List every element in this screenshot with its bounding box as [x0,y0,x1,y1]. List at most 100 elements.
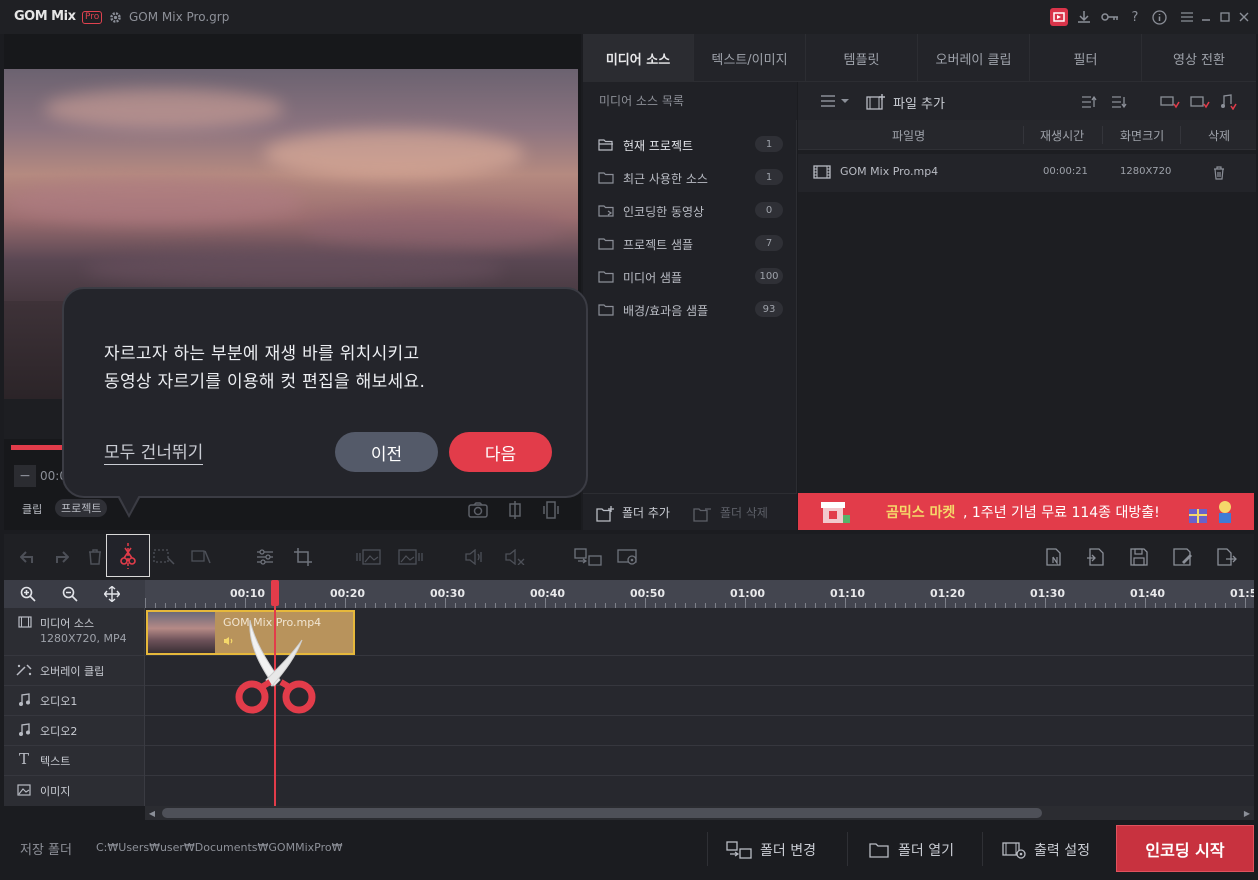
fit-timeline-icon[interactable] [103,585,121,603]
clip-thumbnail [148,612,215,653]
folder-open-icon [597,136,615,152]
promo-text: , 1주년 기념 무료 114종 대방출! [963,505,1160,521]
delete-folder-icon[interactable] [693,504,713,522]
sort-up-icon[interactable] [1080,94,1098,110]
add-file-button[interactable]: 파일 추가 [893,93,945,112]
menu-icon[interactable] [1180,9,1194,25]
detach-audio-icon[interactable] [190,548,212,566]
delete-icon[interactable] [86,548,104,566]
select-range-icon[interactable] [152,548,176,566]
list-item[interactable]: 배경/효과음 샘플 93 [583,293,797,325]
save-as-icon[interactable] [1172,547,1194,567]
list-item[interactable]: 프로젝트 샘플 7 [583,227,797,259]
zoom-out-button[interactable]: − [14,465,36,487]
open-project-icon[interactable] [1084,547,1106,567]
info-icon[interactable] [1151,9,1167,25]
file-resolution: 1280X720 [1120,166,1172,177]
new-project-icon[interactable] [1043,547,1065,567]
help-icon[interactable]: ? [1128,9,1142,25]
col-header-name[interactable]: 파일명 [892,127,925,144]
tab-text-image[interactable]: 텍스트/이미지 [694,34,806,82]
transition-icon[interactable] [573,547,603,567]
playhead-handle[interactable] [271,580,279,606]
zoom-out-icon[interactable] [61,585,79,603]
output-settings-button[interactable]: 출력 설정 [1002,829,1090,871]
market-icon[interactable] [1050,8,1068,26]
timeline-ruler[interactable]: 00:10 00:20 00:30 00:40 00:50 01:00 01:1… [145,580,1254,608]
key-icon[interactable] [1101,9,1119,25]
media-source-list: 현재 프로젝트 1 최근 사용한 소스 1 인코딩한 동영상 0 프로젝트 샘플… [583,120,797,493]
folder-encoded-icon [597,202,615,218]
cut-icon[interactable] [116,542,140,570]
filter-audio-icon[interactable] [1218,93,1238,111]
tab-transition[interactable]: 영상 전환 [1142,34,1256,82]
zoom-in-icon[interactable] [19,585,37,603]
list-item[interactable]: 현재 프로젝트 1 [583,128,797,160]
preview-clip-icon[interactable] [616,548,640,566]
download-icon[interactable] [1076,9,1092,25]
tab-media-source[interactable]: 미디어 소스 [583,34,694,82]
filter-video-icon[interactable] [1160,94,1180,110]
minimize-icon[interactable] [1199,9,1213,25]
tab-overlay-clip[interactable]: 오버레이 클립 [918,34,1030,82]
tick-label: 01:40 [1130,587,1166,600]
tab-filter[interactable]: 필터 [1030,34,1142,82]
volume-icon[interactable] [464,548,486,566]
track-name-media: 미디어 소스 [40,617,95,630]
list-item[interactable]: 미디어 샘플 100 [583,260,797,292]
add-file-icon[interactable] [866,92,886,110]
filter-image-icon[interactable] [1190,94,1210,110]
col-header-duration[interactable]: 재생시간 [1040,127,1084,144]
mute-icon[interactable] [504,548,526,566]
image-before-icon[interactable] [355,548,381,566]
tick-label: 00:30 [430,587,466,600]
promo-banner[interactable]: 곰믹스 마켓 , 1주년 기념 무료 114종 대방출! [798,493,1254,530]
save-icon[interactable] [1128,547,1150,567]
crop-icon[interactable] [292,547,314,567]
list-item-label: 인코딩한 동영상 [623,205,705,219]
preview-progress[interactable] [11,445,63,450]
clip-tab[interactable]: 클립 [22,501,42,517]
add-folder-icon[interactable] [596,504,616,522]
sort-down-icon[interactable] [1110,94,1128,110]
camera-icon[interactable] [467,500,489,520]
split-view-icon[interactable] [505,500,525,520]
fullscreen-icon[interactable] [541,500,561,520]
start-encoding-button[interactable]: 인코딩 시작 [1116,825,1254,872]
trash-icon[interactable] [1211,164,1227,182]
next-button[interactable]: 다음 [449,432,552,472]
adjust-icon[interactable] [254,548,276,566]
count-badge: 93 [755,301,783,317]
tick-label: 01:50 [1230,587,1254,600]
maximize-icon[interactable] [1218,9,1232,25]
col-header-resolution[interactable]: 화면크기 [1120,127,1164,144]
table-row[interactable]: GOM Mix Pro.mp4 00:00:21 1280X720 [798,154,1256,192]
scroll-right-icon[interactable]: ▶ [1241,807,1253,819]
scroll-left-icon[interactable]: ◀ [146,807,158,819]
gear-icon[interactable] [108,10,122,24]
redo-icon[interactable] [51,548,71,566]
scrollbar-thumb[interactable] [162,808,1042,818]
add-folder-button[interactable]: 폴더 추가 [622,504,670,521]
tick-label: 01:10 [830,587,866,600]
view-list-icon[interactable] [818,93,852,109]
close-icon[interactable] [1237,9,1251,25]
track-name-audio2: 오디오2 [40,725,78,738]
skip-all-link[interactable]: 모두 건너뛰기 [104,438,204,465]
project-file-name: GOM Mix Pro.grp [129,10,230,24]
tab-template[interactable]: 템플릿 [806,34,918,82]
overlay-track-icon [14,662,34,678]
project-tab[interactable]: 프로젝트 [55,499,108,517]
change-folder-button[interactable]: 폴더 변경 [726,829,816,871]
output-settings-label: 출력 설정 [1034,843,1090,859]
image-after-icon[interactable] [398,548,424,566]
delete-folder-button[interactable]: 폴더 삭제 [720,504,768,521]
open-folder-button[interactable]: 폴더 열기 [868,829,954,871]
list-item[interactable]: 최근 사용한 소스 1 [583,161,797,193]
undo-icon[interactable] [18,548,38,566]
list-item[interactable]: 인코딩한 동영상 0 [583,194,797,226]
prev-button[interactable]: 이전 [335,432,438,472]
tick-label: 00:20 [330,587,366,600]
count-badge: 100 [755,268,783,284]
export-project-icon[interactable] [1216,547,1238,567]
